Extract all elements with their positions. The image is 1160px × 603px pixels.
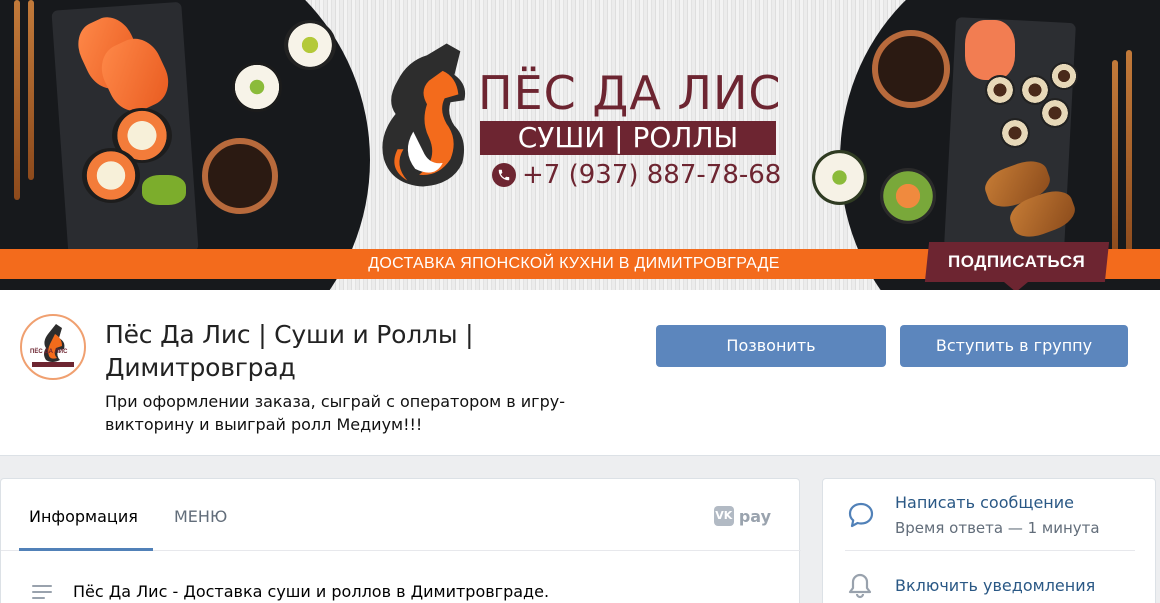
brand-subtitle: СУШИ | РОЛЛЫ — [480, 121, 776, 155]
divider — [845, 550, 1135, 551]
chopstick — [14, 0, 20, 200]
soy-dish — [202, 138, 278, 214]
active-tab-underline — [19, 548, 153, 551]
brand-title: ПЁС ДА ЛИС — [478, 66, 782, 120]
actions-card: Написать сообщение Время ответа — 1 мину… — [822, 478, 1156, 603]
chopstick — [1126, 50, 1132, 260]
roll — [1040, 98, 1070, 128]
roll — [1000, 118, 1030, 148]
group-name: Пёс Да Лис | Суши и Роллы | Димитровград — [105, 320, 474, 382]
info-tabs: Информация МЕНЮ VK pay — [1, 479, 801, 551]
description-row: Пёс Да Лис - Доставка суши и роллов в Ди… — [31, 582, 549, 601]
tab-information[interactable]: Информация — [29, 507, 138, 526]
join-group-button[interactable]: Вступить в группу — [900, 325, 1128, 367]
bell-icon — [848, 573, 872, 599]
roll — [880, 168, 936, 224]
group-status: При оформлении заказа, сыграй с оператор… — [105, 392, 565, 434]
roll — [1050, 62, 1078, 90]
roll — [985, 75, 1015, 105]
group-header: ПЁС ДА ЛИС Пёс Да Лис | Суши и Роллы | Д… — [0, 290, 1160, 456]
wasabi — [142, 175, 186, 205]
group-description: Пёс Да Лис - Доставка суши и роллов в Ди… — [73, 582, 550, 601]
vk-pay-icon: VK — [713, 506, 734, 526]
enable-notifications-link[interactable]: Включить уведомления — [895, 576, 1095, 595]
vk-pay-link[interactable]: VK pay — [713, 506, 771, 526]
roll — [284, 20, 336, 70]
brand-logo: ПЁС ДА ЛИС СУШИ | РОЛЛЫ +7 (937) 887-78-… — [378, 38, 781, 198]
info-card: Информация МЕНЮ VK pay Пёс Да Лис - Дост… — [0, 478, 801, 603]
avatar-text: ПЁС ДА ЛИС — [30, 349, 68, 355]
phone-icon — [492, 163, 516, 187]
roll — [232, 62, 282, 112]
chopstick — [28, 0, 34, 180]
cover-image: ПЁС ДА ЛИС СУШИ | РОЛЛЫ +7 (937) 887-78-… — [0, 0, 1160, 290]
chopstick — [1112, 60, 1118, 260]
fox-logo-icon — [382, 43, 466, 187]
message-bubble-icon — [848, 502, 874, 528]
avatar-logo-icon — [32, 324, 74, 367]
vk-pay-label: pay — [738, 506, 771, 526]
brand-phone-number: +7 (937) 887-78-68 — [522, 160, 782, 190]
soy-dish — [872, 30, 950, 108]
roll — [812, 150, 867, 205]
response-time: Время ответа — 1 минута — [895, 519, 1100, 537]
brand-phone: +7 (937) 887-78-68 — [492, 160, 781, 190]
call-button[interactable]: Позвонить — [656, 325, 886, 367]
tab-menu[interactable]: МЕНЮ — [174, 507, 227, 526]
band-text-label: ДОСТАВКА ЯПОНСКОЙ КУХНИ В ДИМИТРОВГРАДЕ — [368, 255, 780, 272]
ginger — [965, 20, 1015, 80]
subscribe-badge[interactable]: ПОДПИСАТЬСЯ — [924, 242, 1110, 282]
text-lines-icon — [32, 584, 52, 599]
roll — [82, 148, 140, 203]
subscribe-badge-label: ПОДПИСАТЬСЯ — [948, 252, 1086, 271]
subscribe-badge-tail — [1004, 282, 1028, 290]
avatar[interactable]: ПЁС ДА ЛИС — [20, 314, 86, 380]
write-message-link[interactable]: Написать сообщение — [895, 493, 1074, 512]
